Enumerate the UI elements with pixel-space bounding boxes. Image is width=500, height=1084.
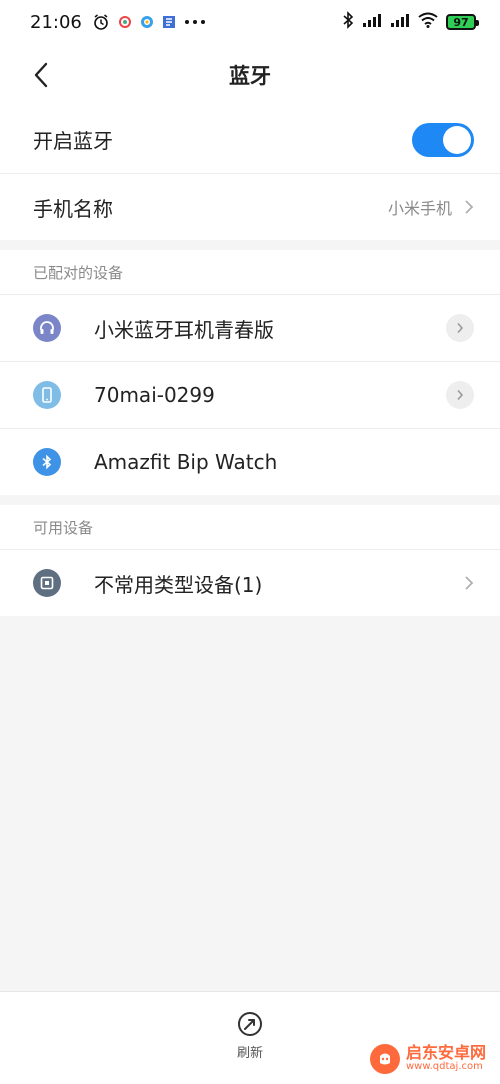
device-name: Amazfit Bip Watch bbox=[94, 450, 278, 474]
app-notification-icon bbox=[118, 15, 132, 29]
available-devices-header: 可用设备 bbox=[0, 505, 500, 549]
page-title: 蓝牙 bbox=[229, 64, 271, 88]
paired-devices-section: 已配对的设备 小米蓝牙耳机青春版 70mai-0299 Amazfit Bip … bbox=[0, 250, 500, 495]
battery-icon: 97 bbox=[446, 14, 479, 30]
available-devices-section: 可用设备 不常用类型设备(1) bbox=[0, 505, 500, 616]
wifi-icon bbox=[418, 12, 438, 33]
settings-group: 开启蓝牙 手机名称 小米手机 bbox=[0, 106, 500, 240]
more-dots-icon bbox=[184, 19, 206, 25]
signal-icon bbox=[362, 12, 382, 33]
watermark-logo-icon bbox=[370, 1044, 400, 1074]
paired-devices-header: 已配对的设备 bbox=[0, 250, 500, 294]
chevron-right-icon bbox=[457, 322, 464, 334]
paired-device-item[interactable]: 70mai-0299 bbox=[0, 361, 500, 428]
signal-icon bbox=[390, 12, 410, 33]
alarm-icon bbox=[92, 13, 110, 31]
generic-device-icon bbox=[33, 569, 61, 597]
device-name: 小米蓝牙耳机青春版 bbox=[94, 317, 274, 342]
available-device-item[interactable]: 不常用类型设备(1) bbox=[0, 549, 500, 616]
device-name: 不常用类型设备(1) bbox=[94, 572, 263, 597]
refresh-label: 刷新 bbox=[236, 1046, 263, 1061]
app-notification-icon bbox=[140, 15, 154, 29]
status-time: 21:06 bbox=[30, 11, 82, 33]
watermark-title: 启东安卓网 bbox=[406, 1043, 487, 1063]
device-details-button[interactable] bbox=[446, 381, 474, 409]
toggle-knob bbox=[443, 125, 471, 154]
paired-device-item[interactable]: 小米蓝牙耳机青春版 bbox=[0, 294, 500, 361]
device-name: 70mai-0299 bbox=[94, 383, 215, 407]
headphones-icon bbox=[33, 314, 61, 342]
bluetooth-icon bbox=[342, 10, 354, 34]
back-arrow-icon bbox=[34, 62, 48, 88]
paired-device-item[interactable]: Amazfit Bip Watch bbox=[0, 428, 500, 495]
bluetooth-toggle-label: 开启蓝牙 bbox=[33, 129, 113, 153]
nav-bar: 蓝牙 bbox=[0, 44, 500, 106]
chevron-right-icon bbox=[465, 576, 474, 590]
battery-level: 97 bbox=[453, 15, 469, 29]
phone-name-row[interactable]: 手机名称 小米手机 bbox=[0, 173, 500, 240]
phone-device-icon bbox=[33, 381, 61, 409]
device-details-button[interactable] bbox=[446, 314, 474, 342]
app-notification-icon bbox=[162, 15, 176, 29]
chevron-right-icon bbox=[457, 389, 464, 401]
bluetooth-icon bbox=[33, 448, 61, 476]
watermark: 启东安卓网 www.qdtaj.com bbox=[370, 1044, 486, 1074]
watermark-url: www.qdtaj.com bbox=[406, 1061, 483, 1073]
refresh-button[interactable]: 刷新 bbox=[228, 1010, 272, 1061]
phone-name-label: 手机名称 bbox=[33, 196, 113, 221]
chevron-right-icon bbox=[465, 200, 474, 214]
refresh-icon bbox=[238, 1012, 262, 1036]
status-bar: 21:06 97 bbox=[0, 0, 500, 44]
bluetooth-toggle-switch[interactable] bbox=[412, 122, 474, 157]
watermark-text: 启东安卓网 www.qdtaj.com bbox=[406, 1045, 486, 1072]
bluetooth-toggle-row[interactable]: 开启蓝牙 bbox=[0, 106, 500, 173]
back-button[interactable] bbox=[26, 58, 56, 92]
phone-name-value: 小米手机 bbox=[387, 199, 452, 218]
